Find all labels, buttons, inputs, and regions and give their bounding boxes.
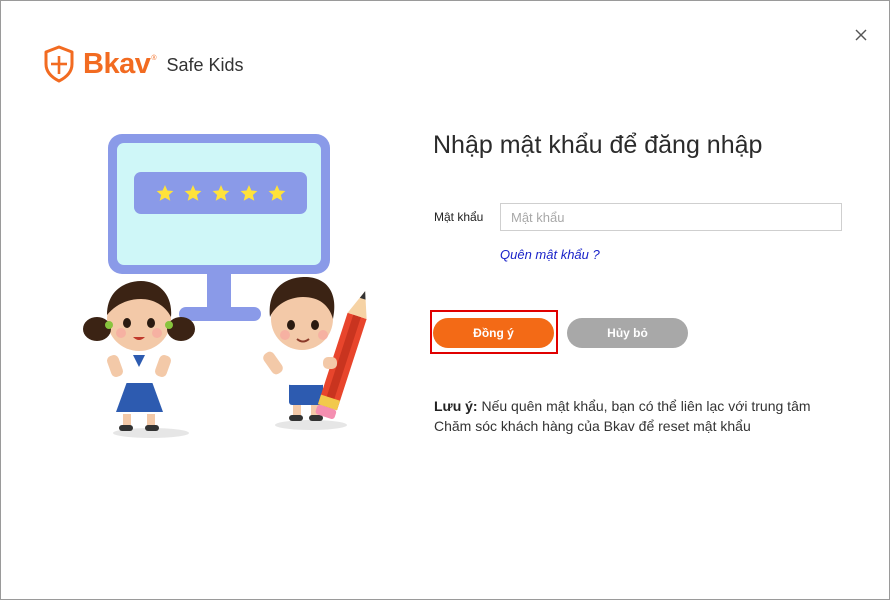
shield-icon xyxy=(44,45,74,83)
registered-mark: ® xyxy=(151,55,157,62)
note-text: Lưu ý: Nếu quên mật khẩu, bạn có thể liê… xyxy=(434,396,854,436)
girl-character xyxy=(83,281,195,438)
page-title: Nhập mật khẩu để đăng nhập xyxy=(433,131,763,159)
ok-button[interactable]: Đồng ý xyxy=(433,318,554,348)
login-dialog: Bkav ® Safe Kids Nhập mật khẩu để đăng n… xyxy=(0,0,890,600)
brand-logo: Bkav ® Safe Kids xyxy=(43,45,244,83)
brand-name: Bkav xyxy=(83,48,151,80)
kids-computer-illustration xyxy=(83,134,367,438)
note-label: Lưu ý: xyxy=(434,398,478,414)
boy-character xyxy=(263,277,367,430)
note-line-1: Lưu ý: Nếu quên mật khẩu, bạn có thể liê… xyxy=(434,396,854,416)
forgot-password-link[interactable]: Quên mật khẩu ? xyxy=(500,247,600,262)
note-line-2: Chăm sóc khách hàng của Bkav để reset mậ… xyxy=(434,418,751,434)
product-name: Safe Kids xyxy=(166,54,244,75)
password-input[interactable] xyxy=(500,203,842,231)
cancel-button[interactable]: Hủy bỏ xyxy=(567,318,688,348)
close-icon xyxy=(855,29,867,41)
password-label: Mật khẩu xyxy=(434,210,484,224)
note-line-1-text: Nếu quên mật khẩu, bạn có thể liên lạc v… xyxy=(481,398,811,414)
close-button[interactable] xyxy=(851,25,871,45)
